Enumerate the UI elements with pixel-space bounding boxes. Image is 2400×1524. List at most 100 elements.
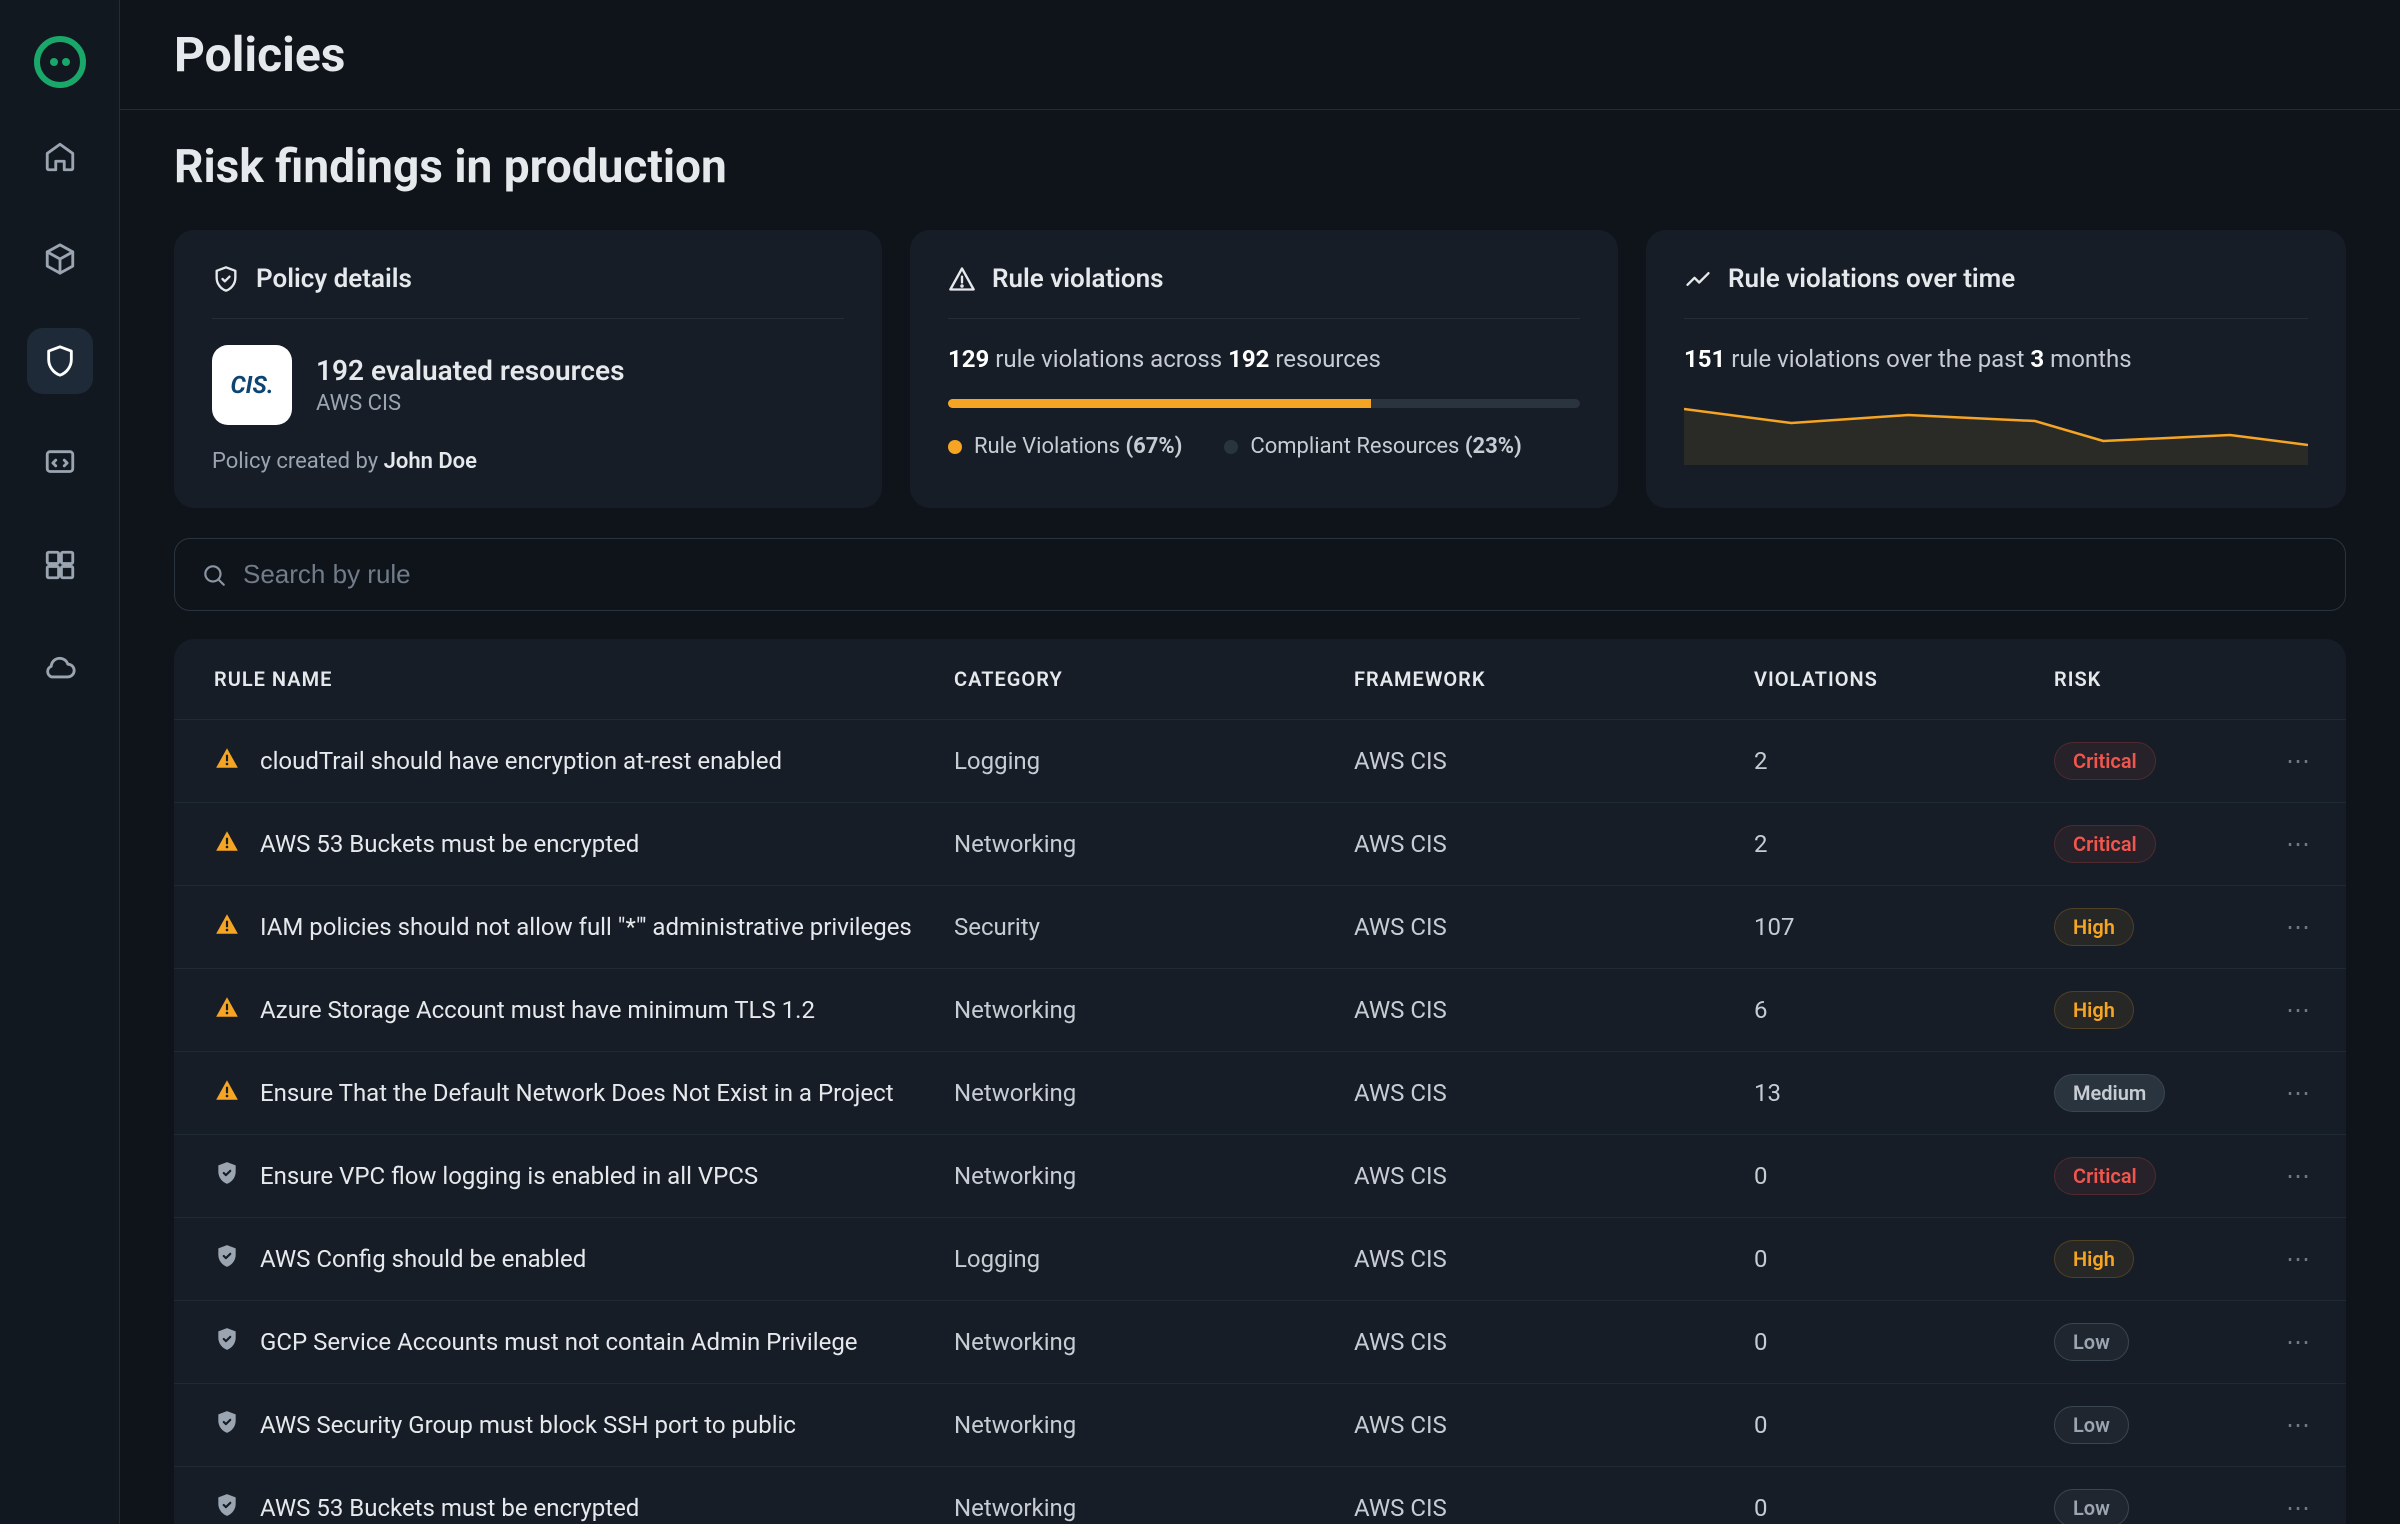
rule-name: cloudTrail should have encryption at-res… [260, 747, 782, 775]
rule-category: Networking [934, 1467, 1334, 1524]
sidebar [0, 0, 120, 1524]
policy-logo: CIS. [212, 345, 292, 425]
rule-category: Networking [934, 1135, 1334, 1218]
grid-icon [43, 548, 77, 582]
table-row[interactable]: cloudTrail should have encryption at-res… [174, 720, 2346, 803]
shield-ok-icon [214, 1492, 240, 1524]
rule-name: Ensure That the Default Network Does Not… [260, 1079, 894, 1107]
policy-name: AWS CIS [316, 391, 625, 416]
table-row[interactable]: Ensure VPC flow logging is enabled in al… [174, 1135, 2346, 1218]
sidebar-item-dashboard[interactable] [27, 532, 93, 598]
row-menu-button[interactable]: ⋯ [2238, 1052, 2346, 1135]
overtime-summary: 151 rule violations over the past 3 mont… [1684, 345, 2308, 373]
sidebar-item-code[interactable] [27, 430, 93, 496]
table-row[interactable]: AWS Security Group must block SSH port t… [174, 1384, 2346, 1467]
rule-name: AWS 53 Buckets must be encrypted [260, 830, 639, 858]
risk-badge: Medium [2054, 1074, 2165, 1112]
tile-violations-over-time: Rule violations over time 151 rule viola… [1646, 230, 2346, 508]
shield-ok-icon [214, 1326, 240, 1358]
risk-badge: High [2054, 908, 2134, 946]
col-header-risk[interactable]: RISK [2034, 639, 2238, 720]
row-menu-button[interactable]: ⋯ [2238, 1467, 2346, 1524]
tile-policy-details: Policy details CIS. 192 evaluated resour… [174, 230, 882, 508]
cloud-icon [43, 650, 77, 684]
rule-category: Networking [934, 969, 1334, 1052]
row-menu-button[interactable]: ⋯ [2238, 803, 2346, 886]
warning-icon [214, 994, 240, 1026]
tile-rule-violations: Rule violations 129 rule violations acro… [910, 230, 1618, 508]
shield-check-icon [212, 265, 240, 293]
rule-name: Azure Storage Account must have minimum … [260, 996, 815, 1024]
header-title: Policies [174, 26, 2346, 83]
rule-framework: AWS CIS [1334, 720, 1734, 803]
row-menu-button[interactable]: ⋯ [2238, 886, 2346, 969]
violations-legend: Rule Violations (67%) Compliant Resource… [948, 434, 1580, 459]
sparkline-chart [1684, 391, 2308, 465]
rule-name: Ensure VPC flow logging is enabled in al… [260, 1162, 758, 1190]
rule-category: Networking [934, 1052, 1334, 1135]
row-menu-button[interactable]: ⋯ [2238, 1301, 2346, 1384]
home-icon [43, 140, 77, 174]
risk-badge: Low [2054, 1323, 2129, 1361]
table-row[interactable]: AWS 53 Buckets must be encryptedNetworki… [174, 803, 2346, 886]
violations-summary: 129 rule violations across 192 resources [948, 345, 1580, 373]
rule-violations: 107 [1734, 886, 2034, 969]
warning-icon [948, 265, 976, 293]
rule-framework: AWS CIS [1334, 1301, 1734, 1384]
sidebar-item-security[interactable] [27, 328, 93, 394]
row-menu-button[interactable]: ⋯ [2238, 1218, 2346, 1301]
row-menu-button[interactable]: ⋯ [2238, 720, 2346, 803]
search-input[interactable] [243, 559, 2319, 590]
row-menu-button[interactable]: ⋯ [2238, 1384, 2346, 1467]
rule-violations: 0 [1734, 1467, 2034, 1524]
table-row[interactable]: IAM policies should not allow full "*"' … [174, 886, 2346, 969]
risk-badge: Critical [2054, 1157, 2156, 1195]
dot-gray-icon [1224, 440, 1238, 454]
risk-badge: Low [2054, 1489, 2129, 1524]
col-header-name[interactable]: RULE NAME [174, 639, 934, 720]
sidebar-item-home[interactable] [27, 124, 93, 190]
shield-icon [43, 344, 77, 378]
search-icon [201, 562, 227, 588]
trend-icon [1684, 265, 1712, 293]
tile-title: Rule violations over time [1728, 264, 2015, 294]
violations-progress-bar [948, 399, 1580, 408]
page-header: Policies [120, 0, 2400, 110]
col-header-violations[interactable]: VIOLATIONS [1734, 639, 2034, 720]
rule-violations: 0 [1734, 1301, 2034, 1384]
tile-title: Rule violations [992, 264, 1164, 294]
rules-table: RULE NAME CATEGORY FRAMEWORK VIOLATIONS … [174, 639, 2346, 1524]
rule-name: GCP Service Accounts must not contain Ad… [260, 1328, 858, 1356]
shield-ok-icon [214, 1160, 240, 1192]
rule-framework: AWS CIS [1334, 1218, 1734, 1301]
search-bar[interactable] [174, 538, 2346, 611]
risk-badge: Low [2054, 1406, 2129, 1444]
warning-icon [214, 1077, 240, 1109]
sidebar-item-cloud[interactable] [27, 634, 93, 700]
rule-category: Logging [934, 1218, 1334, 1301]
rule-violations: 2 [1734, 803, 2034, 886]
col-header-category[interactable]: CATEGORY [934, 639, 1334, 720]
rule-name: AWS Config should be enabled [260, 1245, 586, 1273]
row-menu-button[interactable]: ⋯ [2238, 969, 2346, 1052]
table-row[interactable]: GCP Service Accounts must not contain Ad… [174, 1301, 2346, 1384]
rule-category: Networking [934, 1384, 1334, 1467]
rule-violations: 0 [1734, 1384, 2034, 1467]
risk-badge: High [2054, 1240, 2134, 1278]
page-title: Risk findings in production [174, 140, 2346, 194]
sidebar-item-resources[interactable] [27, 226, 93, 292]
rule-name: AWS Security Group must block SSH port t… [260, 1411, 796, 1439]
table-row[interactable]: Azure Storage Account must have minimum … [174, 969, 2346, 1052]
col-header-framework[interactable]: FRAMEWORK [1334, 639, 1734, 720]
rule-name: AWS 53 Buckets must be encrypted [260, 1494, 639, 1522]
evaluated-label: evaluated resources [371, 354, 625, 387]
table-row[interactable]: AWS 53 Buckets must be encrypted Networki… [174, 1467, 2346, 1524]
cube-icon [43, 242, 77, 276]
rule-violations: 13 [1734, 1052, 2034, 1135]
row-menu-button[interactable]: ⋯ [2238, 1135, 2346, 1218]
evaluated-count: 192 [316, 354, 364, 387]
rule-name: IAM policies should not allow full "*"' … [260, 913, 912, 941]
table-row[interactable]: AWS Config should be enabled LoggingAWS C… [174, 1218, 2346, 1301]
rule-category: Networking [934, 1301, 1334, 1384]
table-row[interactable]: Ensure That the Default Network Does Not… [174, 1052, 2346, 1135]
